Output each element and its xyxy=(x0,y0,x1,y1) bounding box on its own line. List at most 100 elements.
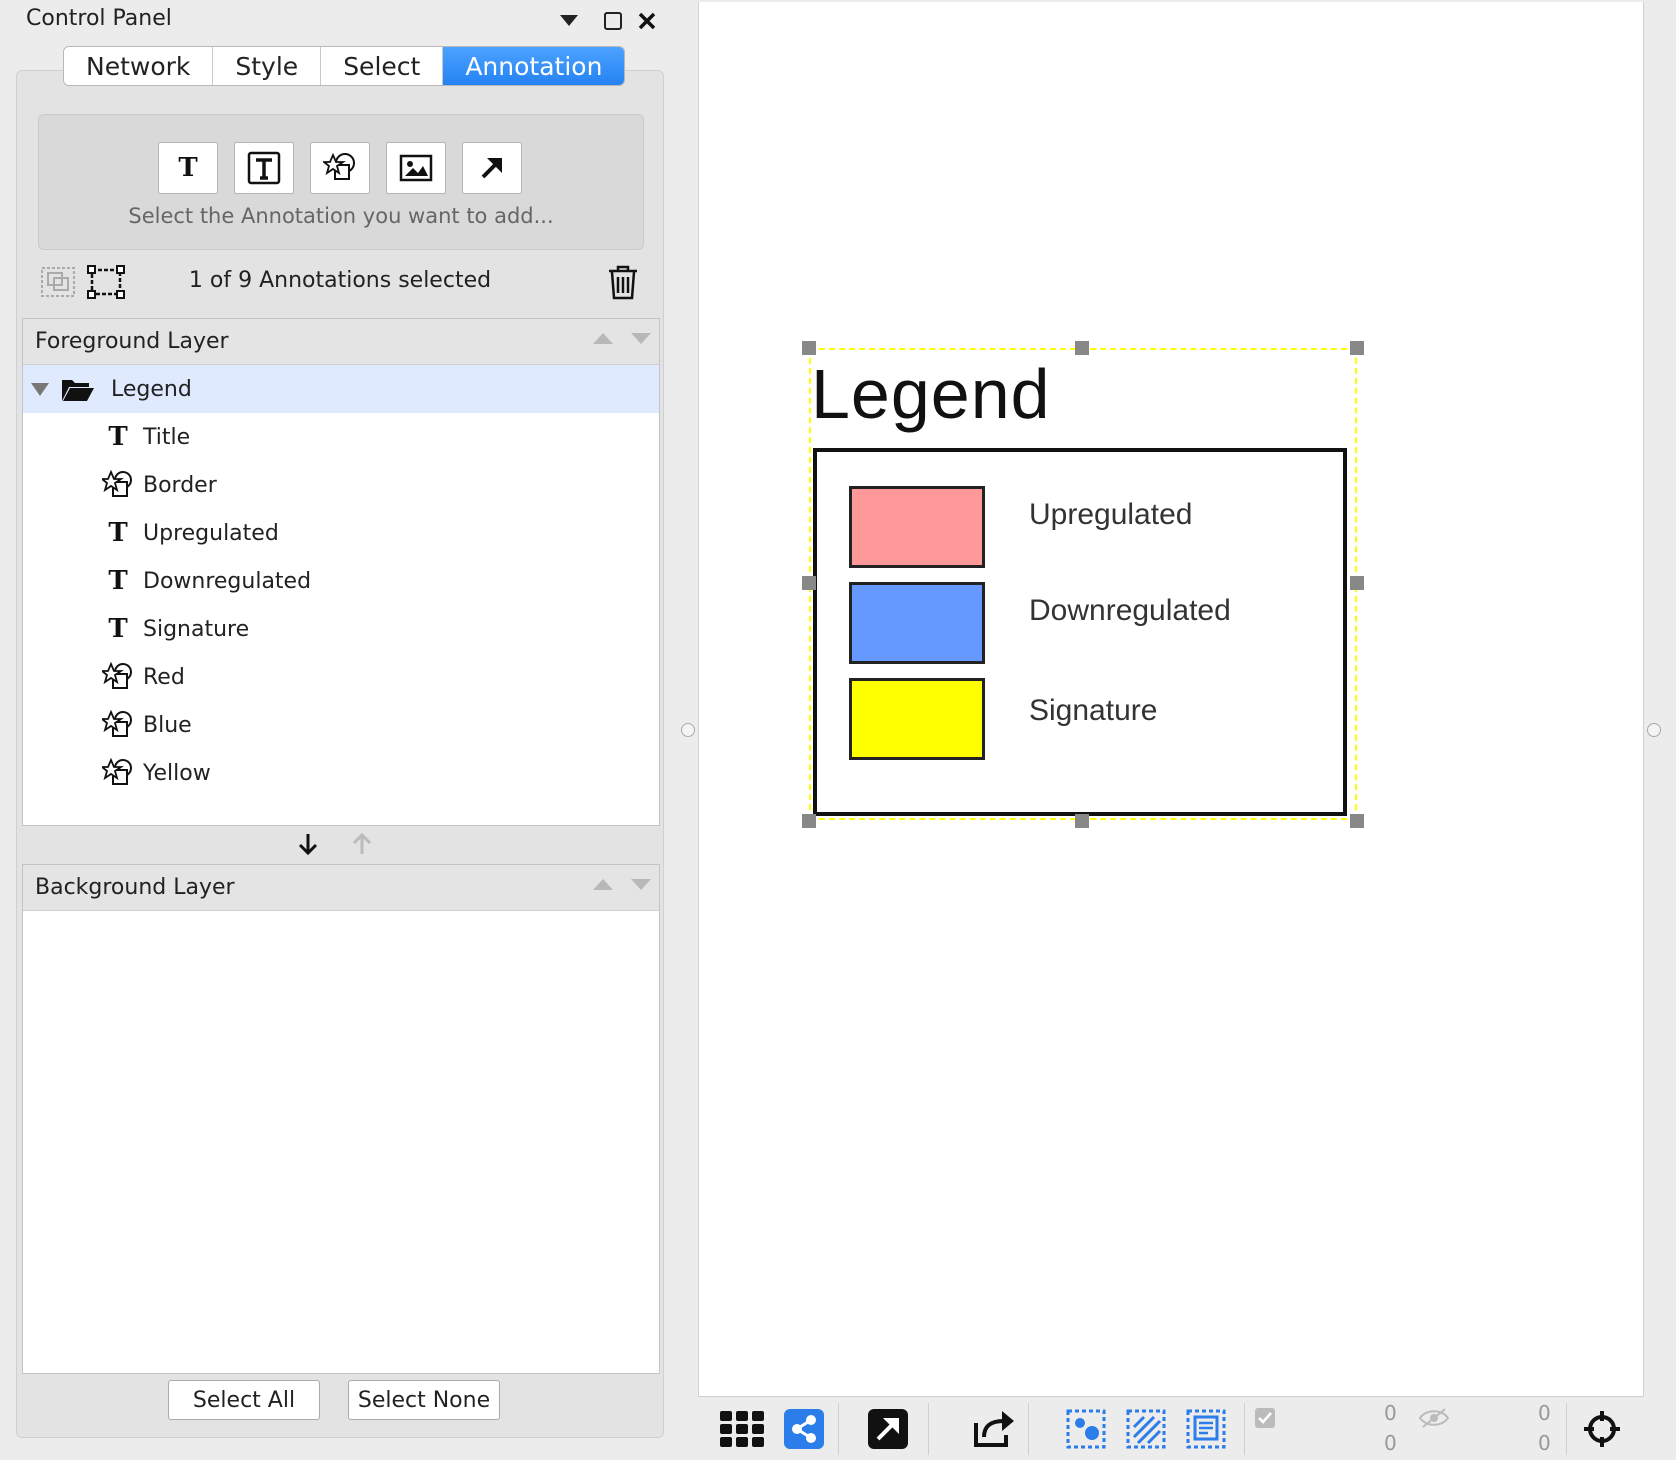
tab-select[interactable]: Select xyxy=(321,47,444,85)
add-annotation-hint: Select the Annotation you want to add... xyxy=(128,204,554,228)
share-network-icon[interactable] xyxy=(782,1407,826,1451)
foreground-items: T Title Border T Upregulated T Downregulated T S… xyxy=(23,413,659,797)
toolbar-separator xyxy=(838,1403,839,1455)
select-nodes-icon[interactable] xyxy=(1064,1407,1108,1451)
panel-title: Control Panel xyxy=(26,6,172,31)
toolbar-separator xyxy=(928,1403,929,1455)
toolbar-separator xyxy=(1244,1403,1245,1455)
text-icon: T xyxy=(108,422,128,452)
shape-icon xyxy=(101,708,135,742)
bottom-toolbar: 0 0 0 0 xyxy=(698,1396,1644,1460)
resize-handle-n[interactable] xyxy=(1075,341,1089,355)
tree-item-label: Blue xyxy=(143,712,192,738)
tree-item-border[interactable]: Border xyxy=(23,461,659,509)
arrow-down-icon[interactable] xyxy=(296,832,320,856)
hidden-node-count: 0 xyxy=(1538,1401,1551,1425)
foreground-layer-panel: Foreground Layer Legend T Title Border T Upr… xyxy=(22,318,660,826)
tree-item-label: Yellow xyxy=(143,760,211,786)
tree-item-blue[interactable]: Blue xyxy=(23,701,659,749)
tree-item-label: Title xyxy=(143,424,191,450)
add-shape-button[interactable] xyxy=(310,142,370,194)
tree-item-label: Border xyxy=(143,472,217,498)
resize-handle-sw[interactable] xyxy=(802,814,816,828)
tree-item-title[interactable]: T Title xyxy=(23,413,659,461)
move-down-icon[interactable] xyxy=(631,879,651,890)
arrow-up-icon[interactable] xyxy=(350,832,374,856)
text-icon: T xyxy=(108,518,128,548)
external-link-icon[interactable] xyxy=(866,1407,910,1451)
network-canvas[interactable]: Legend Upregulated Downregulated Signatu… xyxy=(698,2,1661,1396)
tree-item-upregulated[interactable]: T Upregulated xyxy=(23,509,659,557)
window-icon xyxy=(604,12,622,30)
background-layer-header: Background Layer xyxy=(23,865,659,911)
float-panel-button[interactable] xyxy=(600,8,626,34)
selected-node-count: 0 xyxy=(1384,1401,1397,1425)
tab-strip: Network Style Select Annotation xyxy=(63,46,626,86)
splitter-handle[interactable] xyxy=(1647,723,1661,737)
resize-handle-ne[interactable] xyxy=(1350,341,1364,355)
arrow-icon xyxy=(481,158,502,179)
splitter-handle[interactable] xyxy=(681,723,695,737)
bounded-text-icon xyxy=(247,151,281,185)
grid-layout-icon[interactable] xyxy=(720,1407,764,1451)
tree-item-red[interactable]: Red xyxy=(23,653,659,701)
checkbox-icon[interactable] xyxy=(1250,1403,1280,1433)
resize-handle-w[interactable] xyxy=(802,576,816,590)
tree-item-signature[interactable]: T Signature xyxy=(23,605,659,653)
resize-handle-nw[interactable] xyxy=(802,341,816,355)
panel-menu-dropdown[interactable] xyxy=(556,8,582,34)
layer-move-controls xyxy=(296,832,374,856)
text-icon: T xyxy=(108,614,128,644)
crosshair-icon[interactable] xyxy=(1580,1407,1624,1451)
move-up-icon[interactable] xyxy=(593,333,613,344)
add-bounded-text-button[interactable] xyxy=(234,142,294,194)
background-layer-title: Background Layer xyxy=(35,875,235,900)
toolbar-separator xyxy=(1566,1403,1567,1455)
trash-icon[interactable] xyxy=(606,264,640,300)
tree-item-label: Legend xyxy=(111,376,192,402)
add-arrow-button[interactable] xyxy=(462,142,522,194)
tab-style[interactable]: Style xyxy=(213,47,322,85)
image-icon xyxy=(399,154,433,182)
select-none-button[interactable]: Select None xyxy=(348,1380,500,1420)
shape-icon xyxy=(101,660,135,694)
tree-item-downregulated[interactable]: T Downregulated xyxy=(23,557,659,605)
selection-outline xyxy=(809,348,1357,820)
tab-network[interactable]: Network xyxy=(64,47,214,85)
resize-handle-s[interactable] xyxy=(1075,814,1089,828)
eye-hidden-icon[interactable] xyxy=(1416,1403,1452,1433)
shape-icon xyxy=(101,468,135,502)
group-annotations-icon[interactable] xyxy=(38,264,78,300)
tree-item-yellow[interactable]: Yellow xyxy=(23,749,659,797)
select-annotations-icon[interactable] xyxy=(1184,1407,1228,1451)
foreground-layer-header: Foreground Layer xyxy=(23,319,659,365)
background-layer-reorder xyxy=(593,879,651,890)
ungroup-annotations-icon[interactable] xyxy=(86,264,126,300)
resize-handle-e[interactable] xyxy=(1350,576,1364,590)
foreground-layer-reorder xyxy=(593,333,651,344)
close-panel-button[interactable] xyxy=(634,8,660,34)
shape-icon xyxy=(323,152,355,180)
total-node-count: 0 xyxy=(1384,1431,1397,1455)
foreground-layer-title: Foreground Layer xyxy=(35,329,229,354)
toolbar-separator xyxy=(1028,1403,1029,1455)
control-panel: Control Panel Network Style Select Annot… xyxy=(0,0,700,1460)
shape-icon xyxy=(101,756,135,790)
tree-item-label: Upregulated xyxy=(143,520,279,546)
text-icon: T xyxy=(178,153,198,183)
annotation-selection-count: 1 of 9 Annotations selected xyxy=(188,268,492,293)
add-text-button[interactable]: T xyxy=(158,142,218,194)
move-down-icon[interactable] xyxy=(631,333,651,344)
select-edges-icon[interactable] xyxy=(1124,1407,1168,1451)
export-icon[interactable] xyxy=(972,1407,1016,1451)
select-all-button[interactable]: Select All xyxy=(168,1380,320,1420)
expand-toggle-icon[interactable] xyxy=(31,383,49,396)
move-up-icon[interactable] xyxy=(593,879,613,890)
tab-annotation[interactable]: Annotation xyxy=(443,47,625,85)
close-icon xyxy=(638,12,656,30)
resize-handle-se[interactable] xyxy=(1350,814,1364,828)
folder-open-icon xyxy=(61,372,95,406)
tree-group-legend[interactable]: Legend xyxy=(23,365,659,413)
add-image-button[interactable] xyxy=(386,142,446,194)
hidden-edge-count: 0 xyxy=(1538,1431,1551,1455)
